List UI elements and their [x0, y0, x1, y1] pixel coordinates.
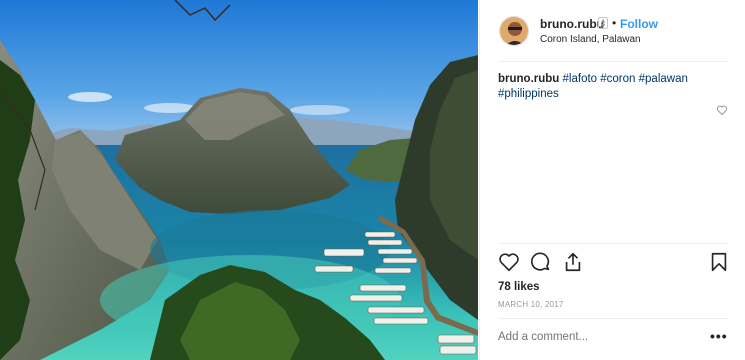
- heart-outline-icon[interactable]: [498, 251, 520, 273]
- location-link[interactable]: Coron Island, Palawan: [540, 34, 641, 45]
- post-actions-bar: [496, 251, 730, 275]
- hashtag-link[interactable]: #coron: [600, 73, 635, 85]
- hashtag-link[interactable]: #palawan: [639, 73, 688, 85]
- share-icon[interactable]: [562, 251, 584, 273]
- hashtag-link[interactable]: #philippines: [498, 88, 559, 100]
- avatar[interactable]: [499, 16, 529, 46]
- more-options-button[interactable]: •••: [710, 328, 728, 344]
- post-details-panel: bruno.rubu ▴ ▾ • Follow Coron Island, Pal…: [479, 0, 745, 360]
- sort-arrows-icon: ▴ ▾: [598, 17, 608, 30]
- follow-separator: •: [612, 16, 617, 30]
- lagoon-landscape-image: [0, 0, 478, 360]
- post-photo[interactable]: [0, 0, 478, 360]
- hashtag-link[interactable]: #lafoto: [563, 73, 598, 85]
- divider: [498, 61, 728, 62]
- comment-input[interactable]: [498, 331, 698, 343]
- speech-bubble-icon[interactable]: [530, 251, 552, 273]
- likes-count[interactable]: 78 likes: [498, 281, 540, 293]
- post-caption: bruno.rubu #lafoto #coron #palawan #phil…: [498, 72, 728, 102]
- username-link[interactable]: bruno.rubu: [540, 17, 604, 31]
- bookmark-icon[interactable]: [708, 251, 730, 273]
- follow-button[interactable]: Follow: [620, 17, 658, 31]
- divider: [498, 243, 728, 244]
- post-date: MARCH 10, 2017: [498, 300, 564, 309]
- post-header: bruno.rubu ▴ ▾ • Follow Coron Island, Pal…: [480, 0, 745, 62]
- heart-outline-icon[interactable]: [716, 104, 728, 116]
- divider: [498, 318, 728, 319]
- caption-username-link[interactable]: bruno.rubu: [498, 73, 559, 85]
